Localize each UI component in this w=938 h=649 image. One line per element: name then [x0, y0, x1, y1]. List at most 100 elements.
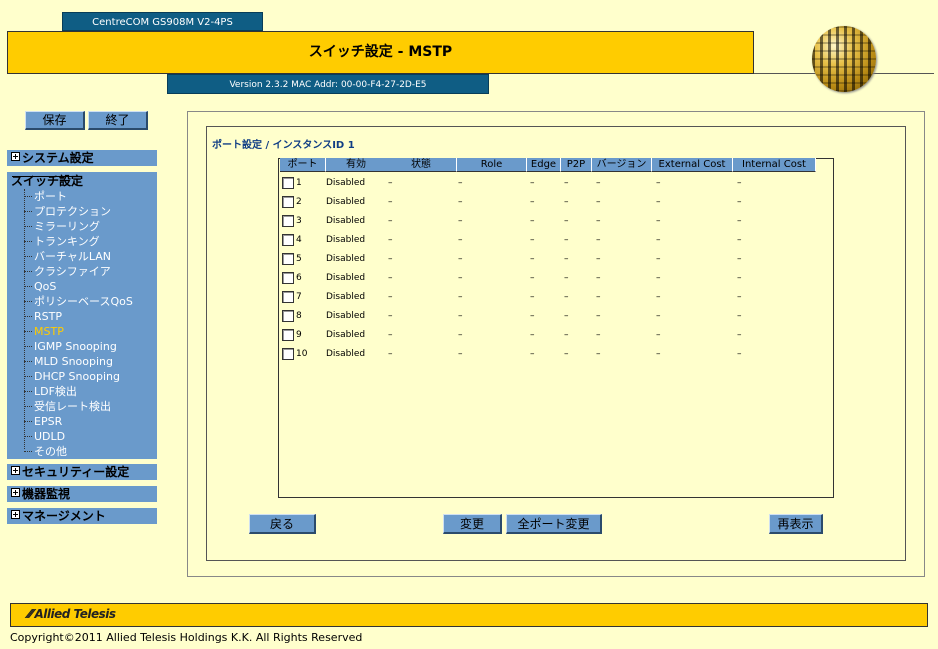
- back-button[interactable]: 戻る: [249, 514, 316, 534]
- cell-port: 7: [296, 292, 302, 302]
- cell-enabled: Disabled: [326, 292, 366, 302]
- cell-state: –: [388, 349, 393, 359]
- cell-ext: –: [656, 254, 661, 264]
- cell-ext: –: [656, 235, 661, 245]
- column-header: Role: [457, 158, 527, 172]
- cell-enabled: Disabled: [326, 349, 366, 359]
- port-select-checkbox[interactable]: [282, 272, 294, 284]
- sidebar-item[interactable]: ポート: [24, 189, 67, 204]
- refresh-button[interactable]: 再表示: [769, 514, 823, 534]
- cell-edge: –: [530, 235, 535, 245]
- sidebar-item[interactable]: プロテクション: [24, 204, 111, 219]
- cell-role: –: [458, 311, 463, 321]
- model-name: CentreCOM GS908M V2-4PS: [62, 12, 263, 31]
- cell-state: –: [388, 216, 393, 226]
- cell-state: –: [388, 292, 393, 302]
- cell-edge: –: [530, 292, 535, 302]
- cell-enabled: Disabled: [326, 178, 366, 188]
- cell-int: –: [737, 292, 742, 302]
- change-all-ports-button[interactable]: 全ポート変更: [506, 514, 602, 534]
- column-header: P2P: [561, 158, 592, 172]
- sidebar-item[interactable]: LDF検出: [24, 384, 77, 399]
- cell-p2p: –: [564, 235, 569, 245]
- cell-ext: –: [656, 216, 661, 226]
- cell-edge: –: [530, 178, 535, 188]
- cell-enabled: Disabled: [326, 273, 366, 283]
- cell-role: –: [458, 254, 463, 264]
- sidebar-item[interactable]: MSTP: [24, 324, 64, 339]
- sidebar-item[interactable]: ミラーリング: [24, 219, 100, 234]
- sidebar-section-security[interactable]: セキュリティー設定: [7, 464, 157, 480]
- cell-int: –: [737, 349, 742, 359]
- allied-telesis-logo: ⁄⁄⁄ Allied Telesis: [28, 607, 116, 621]
- sidebar-item[interactable]: RSTP: [24, 309, 62, 324]
- cell-port: 1: [296, 178, 302, 188]
- exit-button[interactable]: 終了: [88, 111, 148, 130]
- cell-version: –: [596, 216, 601, 226]
- sidebar-item[interactable]: トランキング: [24, 234, 100, 249]
- sidebar-section-label: マネージメント: [22, 509, 106, 523]
- cell-ext: –: [656, 197, 661, 207]
- cell-int: –: [737, 178, 742, 188]
- sidebar-item[interactable]: DHCP Snooping: [24, 369, 120, 384]
- footer-bar: ⁄⁄⁄ Allied Telesis: [10, 603, 928, 627]
- cell-port: 3: [296, 216, 302, 226]
- port-select-checkbox[interactable]: [282, 177, 294, 189]
- sidebar-switch-header[interactable]: スイッチ設定: [11, 173, 83, 189]
- globe-logo-icon: [812, 26, 876, 92]
- sidebar-section-switch: スイッチ設定 ポート プロテクション ミラーリング トランキング バーチャルLAN クラシ…: [7, 172, 157, 459]
- port-select-checkbox[interactable]: [282, 291, 294, 303]
- sidebar-item[interactable]: MLD Snooping: [24, 354, 113, 369]
- column-header: 有効: [326, 158, 387, 172]
- cell-state: –: [388, 254, 393, 264]
- cell-p2p: –: [564, 349, 569, 359]
- cell-enabled: Disabled: [326, 311, 366, 321]
- cell-state: –: [388, 178, 393, 188]
- cell-p2p: –: [564, 216, 569, 226]
- cell-ext: –: [656, 178, 661, 188]
- cell-ext: –: [656, 292, 661, 302]
- port-select-checkbox[interactable]: [282, 253, 294, 265]
- cell-port: 10: [296, 349, 308, 359]
- sidebar-item[interactable]: バーチャルLAN: [24, 249, 111, 264]
- sidebar-item[interactable]: EPSR: [24, 414, 62, 429]
- page-title: スイッチ設定 - MSTP: [7, 31, 754, 74]
- column-header: 状態: [386, 158, 457, 172]
- port-select-checkbox[interactable]: [282, 329, 294, 341]
- change-button[interactable]: 変更: [443, 514, 502, 534]
- cell-ext: –: [656, 311, 661, 321]
- expand-icon: [11, 152, 20, 161]
- sidebar-item[interactable]: ポリシーベースQoS: [24, 294, 133, 309]
- cell-role: –: [458, 197, 463, 207]
- cell-version: –: [596, 292, 601, 302]
- cell-enabled: Disabled: [326, 235, 366, 245]
- cell-port: 5: [296, 254, 302, 264]
- save-button[interactable]: 保存: [25, 111, 85, 130]
- sidebar-section-system[interactable]: システム設定: [7, 150, 157, 166]
- port-select-checkbox[interactable]: [282, 196, 294, 208]
- cell-p2p: –: [564, 254, 569, 264]
- sidebar-section-label: セキュリティー設定: [22, 465, 130, 479]
- sidebar-section-monitor[interactable]: 機器監視: [7, 486, 157, 502]
- sidebar-section-management[interactable]: マネージメント: [7, 508, 157, 524]
- sidebar-item[interactable]: クラシファイア: [24, 264, 111, 279]
- cell-state: –: [388, 235, 393, 245]
- cell-enabled: Disabled: [326, 330, 366, 340]
- expand-icon: [11, 488, 20, 497]
- port-select-checkbox[interactable]: [282, 234, 294, 246]
- sidebar-item[interactable]: QoS: [24, 279, 56, 294]
- logo-text: Allied Telesis: [34, 607, 116, 621]
- cell-int: –: [737, 330, 742, 340]
- sidebar-item[interactable]: IGMP Snooping: [24, 339, 117, 354]
- port-select-checkbox[interactable]: [282, 348, 294, 360]
- cell-ext: –: [656, 273, 661, 283]
- port-select-checkbox[interactable]: [282, 215, 294, 227]
- sidebar-item[interactable]: UDLD: [24, 429, 65, 444]
- sidebar-item[interactable]: 受信レート検出: [24, 399, 111, 414]
- cell-int: –: [737, 254, 742, 264]
- port-select-checkbox[interactable]: [282, 310, 294, 322]
- expand-icon: [11, 466, 20, 475]
- cell-edge: –: [530, 349, 535, 359]
- cell-version: –: [596, 311, 601, 321]
- sidebar-item[interactable]: その他: [24, 444, 67, 459]
